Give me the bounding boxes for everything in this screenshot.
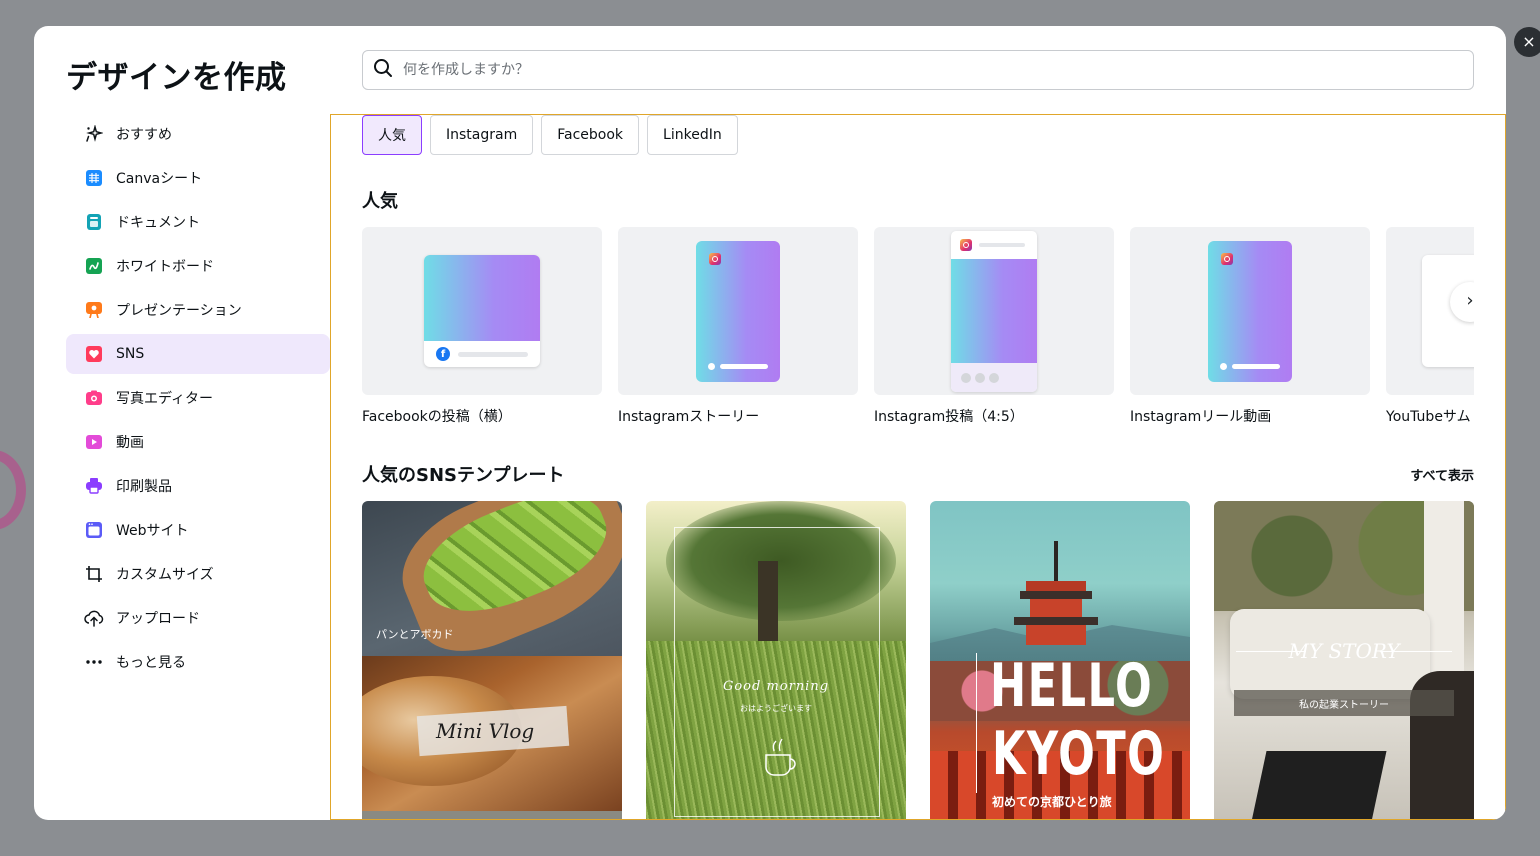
template-caption: パンとアボカド [376,628,454,641]
search-input[interactable] [403,62,1303,78]
sidebar-item-label: SNS [116,346,145,362]
design-type-card[interactable]: Instagramストーリー [618,227,858,426]
sidebar-item-recommended[interactable]: おすすめ [66,114,330,154]
search-bar[interactable] [362,50,1474,90]
sidebar-item-label: おすすめ [116,127,172,143]
search-icon [373,58,393,82]
more-icon [84,652,104,672]
heart-icon [84,344,104,364]
templates-section-title: 人気のSNSテンプレート [362,465,565,486]
card-label: Instagramストーリー [618,409,760,425]
popular-section-title: 人気 [362,191,398,212]
template-card[interactable]: HELLO KYOTO 初めての京都ひとり旅 [930,501,1190,819]
close-button[interactable]: × [1514,27,1540,57]
card-thumbnail [618,227,858,395]
sidebar-item-label: 動画 [116,435,144,451]
video-icon [84,432,104,452]
card-label: Instagram投稿（4:5） [874,409,1024,425]
design-type-card[interactable]: YouTubeサム [1386,227,1474,426]
template-card[interactable]: Good morning おはようございます [646,501,906,819]
instagram-icon [960,239,972,251]
sidebar-item-custom-size[interactable]: カスタムサイズ [66,554,330,594]
content-panel: 人気 Instagram Facebook LinkedIn 人気 f Face… [330,114,1506,820]
sidebar-item-label: もっと見る [116,655,186,671]
sidebar-item-whiteboard[interactable]: ホワイトボード [66,246,330,286]
design-type-card[interactable]: Instagramリール動画 [1130,227,1370,426]
card-label: Facebookの投稿（横） [362,409,512,425]
sidebar-item-label: 写真エディター [116,391,214,407]
custom-size-icon [84,564,104,584]
sidebar-item-label: ドキュメント [116,215,200,231]
tab-instagram[interactable]: Instagram [430,115,534,155]
card-label: YouTubeサム [1386,409,1471,425]
template-caption: Good morning [722,679,830,694]
design-type-card[interactable]: Instagram投稿（4:5） [874,227,1114,426]
sidebar-item-presentation[interactable]: プレゼンテーション [66,290,330,330]
tab-facebook[interactable]: Facebook [541,115,640,155]
sidebar-item-documents[interactable]: ドキュメント [66,202,330,242]
template-caption: MY STORY [1288,639,1400,663]
create-design-dialog: デザインを作成 おすすめ Canvaシート ドキュメント [34,26,1506,820]
website-icon [84,520,104,540]
presentation-icon [84,300,104,320]
sidebar-item-label: Canvaシート [116,171,203,187]
facebook-icon: f [436,347,450,361]
dialog-title: デザインを作成 [66,60,287,96]
sidebar-item-photo-editor[interactable]: 写真エディター [66,378,330,418]
template-grid: パンとアボカド Mini Vlog Good morning おはようございます [362,501,1474,819]
sidebar-item-print[interactable]: 印刷製品 [66,466,330,506]
sidebar-item-label: カスタムサイズ [116,567,214,583]
design-type-card[interactable]: f Facebookの投稿（横） [362,227,602,426]
sidebar-item-label: 印刷製品 [116,479,172,495]
instagram-icon [1221,253,1233,265]
tab-popular[interactable]: 人気 [362,115,422,155]
sidebar-item-label: Webサイト [116,523,189,539]
tab-linkedin[interactable]: LinkedIn [647,115,738,155]
sidebar-item-more[interactable]: もっと見る [66,642,330,682]
card-label: Instagramリール動画 [1130,409,1272,425]
template-caption: 私の起業ストーリー [1299,700,1389,711]
sidebar-item-video[interactable]: 動画 [66,422,330,462]
sidebar-item-upload[interactable]: アップロード [66,598,330,638]
card-thumbnail [1130,227,1370,395]
template-caption: 初めての京都ひとり旅 [992,795,1112,809]
upload-icon [84,608,104,628]
sidebar-item-label: ホワイトボード [116,259,214,275]
card-thumbnail: f [362,227,602,395]
template-caption: HELLO [990,651,1154,721]
document-icon [84,212,104,232]
template-caption: おはようございます [740,704,812,713]
chevron-right-icon: › [1466,290,1474,311]
sheet-icon [84,168,104,188]
coffee-cup-icon [756,733,802,783]
template-caption: KYOTO [992,719,1166,789]
camera-icon [84,388,104,408]
sidebar-item-website[interactable]: Webサイト [66,510,330,550]
sidebar-item-label: アップロード [116,611,200,627]
filter-tabs: 人気 Instagram Facebook LinkedIn [362,115,738,155]
sidebar-item-label: プレゼンテーション [116,303,242,319]
backdrop-avatar-ring [0,450,26,530]
template-card[interactable]: パンとアボカド Mini Vlog [362,501,622,819]
whiteboard-icon [84,256,104,276]
printer-icon [84,476,104,496]
popular-carousel: f Facebookの投稿（横） Instagramストーリー Instagra… [362,227,1474,437]
instagram-icon [709,253,721,265]
template-card[interactable]: MY STORY 私の起業ストーリー [1214,501,1474,819]
template-caption: Mini Vlog [436,719,535,743]
category-sidebar: おすすめ Canvaシート ドキュメント ホワイトボード プレゼンテーション S… [66,114,330,686]
sparkle-icon [84,124,104,144]
card-thumbnail [874,227,1114,395]
sidebar-item-sheets[interactable]: Canvaシート [66,158,330,198]
sidebar-item-sns[interactable]: SNS [66,334,330,374]
see-all-link[interactable]: すべて表示 [1410,465,1474,484]
